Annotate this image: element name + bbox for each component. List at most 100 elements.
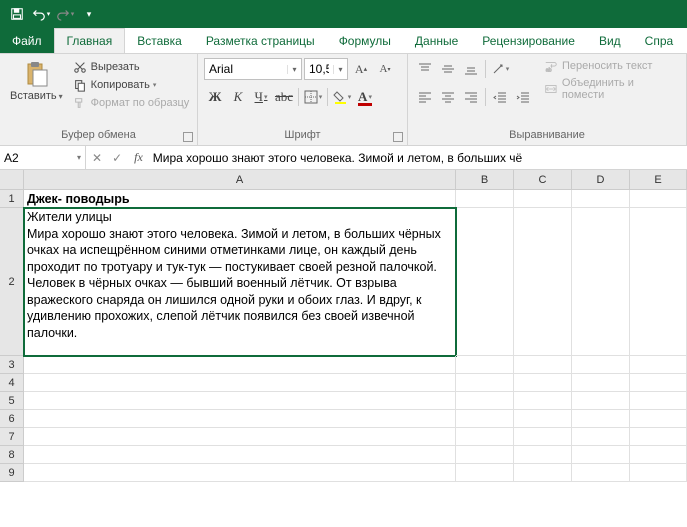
row-header[interactable]: 7 [0,428,24,446]
enter-formula-icon[interactable]: ✓ [112,151,122,165]
column-header[interactable]: D [572,170,630,190]
cell[interactable] [456,374,514,392]
row-header[interactable]: 3 [0,356,24,374]
font-color-button[interactable]: A▾ [354,86,376,108]
cell[interactable] [456,190,514,208]
cell[interactable] [24,392,456,410]
fx-icon[interactable]: fx [134,150,143,165]
orientation-button[interactable]: ▾ [489,58,511,80]
cut-button[interactable]: Вырезать [73,58,190,76]
merge-center-button[interactable]: Объединить и помести [542,76,680,102]
align-center-button[interactable] [437,86,459,108]
cell[interactable] [514,356,572,374]
cell-a1[interactable]: Джек- поводырь [24,190,456,208]
chevron-down-icon[interactable]: ▾ [333,65,347,74]
strikethrough-button[interactable]: abc [273,86,295,108]
cell[interactable] [630,410,687,428]
cell[interactable] [514,410,572,428]
align-bottom-button[interactable] [460,58,482,80]
cell-a2[interactable]: Жители улицы Мира хорошо знают этого чел… [24,208,456,356]
cell[interactable] [630,374,687,392]
cell[interactable] [24,356,456,374]
align-middle-button[interactable] [437,58,459,80]
cell[interactable] [572,208,630,356]
wrap-text-button[interactable]: abПереносить текст [542,58,680,74]
cell[interactable] [514,446,572,464]
row-header[interactable]: 1 [0,190,24,208]
cell[interactable] [514,190,572,208]
cell[interactable] [456,446,514,464]
save-icon[interactable] [6,3,28,25]
row-header[interactable]: 6 [0,410,24,428]
cell[interactable] [572,392,630,410]
cell[interactable] [456,428,514,446]
cell[interactable] [572,410,630,428]
tab-review[interactable]: Рецензирование [470,28,587,53]
name-box-input[interactable] [4,151,62,165]
chevron-down-icon[interactable]: ▾ [287,65,301,74]
cell[interactable] [514,392,572,410]
cell[interactable] [514,464,572,482]
clipboard-dialog-launcher[interactable] [183,132,193,142]
row-header[interactable]: 2 [0,208,24,356]
increase-font-icon[interactable]: A▴ [350,58,372,80]
cell[interactable] [572,374,630,392]
align-top-button[interactable] [414,58,436,80]
column-header[interactable]: A [24,170,456,190]
column-header[interactable]: E [630,170,687,190]
cell[interactable] [630,446,687,464]
font-dialog-launcher[interactable] [393,132,403,142]
format-painter-button[interactable]: Формат по образцу [73,94,190,112]
font-size-input[interactable] [305,62,333,76]
column-header[interactable]: C [514,170,572,190]
cell[interactable] [630,392,687,410]
row-header[interactable]: 8 [0,446,24,464]
tab-home[interactable]: Главная [54,28,126,53]
cell[interactable] [630,464,687,482]
undo-icon[interactable]: ▾ [30,3,52,25]
cell[interactable] [24,428,456,446]
cell[interactable] [24,446,456,464]
align-left-button[interactable] [414,86,436,108]
font-size-combo[interactable]: ▾ [304,58,348,80]
cell[interactable] [572,428,630,446]
redo-icon[interactable]: ▾ [54,3,76,25]
row-header[interactable]: 4 [0,374,24,392]
row-header[interactable]: 5 [0,392,24,410]
cell[interactable] [572,464,630,482]
cell[interactable] [514,374,572,392]
decrease-font-icon[interactable]: A▾ [374,58,396,80]
copy-button[interactable]: Копировать▾ [73,76,190,94]
align-right-button[interactable] [460,86,482,108]
chevron-down-icon[interactable]: ▾ [77,153,81,162]
font-name-input[interactable] [205,62,287,76]
cell[interactable] [24,374,456,392]
tab-formulas[interactable]: Формулы [327,28,403,53]
paste-button[interactable]: Вставить▾ [6,58,67,102]
font-name-combo[interactable]: ▾ [204,58,302,80]
cell[interactable] [572,356,630,374]
select-all-corner[interactable] [0,170,24,190]
cell[interactable] [630,190,687,208]
tab-insert[interactable]: Вставка [125,28,194,53]
decrease-indent-button[interactable] [489,86,511,108]
cell[interactable] [456,208,514,356]
tab-file[interactable]: Файл [0,28,54,53]
cell[interactable] [630,428,687,446]
increase-indent-button[interactable] [512,86,534,108]
cell[interactable] [514,428,572,446]
tab-data[interactable]: Данные [403,28,470,53]
tab-page-layout[interactable]: Разметка страницы [194,28,327,53]
cancel-formula-icon[interactable]: ✕ [92,151,102,165]
row-header[interactable]: 9 [0,464,24,482]
borders-button[interactable]: ▾ [302,86,324,108]
cell[interactable] [572,190,630,208]
underline-button[interactable]: Ч▾ [250,86,272,108]
cell[interactable] [456,392,514,410]
fill-color-button[interactable]: ▾ [331,86,353,108]
formula-input[interactable] [149,146,687,169]
cell[interactable] [456,356,514,374]
column-header[interactable]: B [456,170,514,190]
cell[interactable] [456,464,514,482]
bold-button[interactable]: Ж [204,86,226,108]
